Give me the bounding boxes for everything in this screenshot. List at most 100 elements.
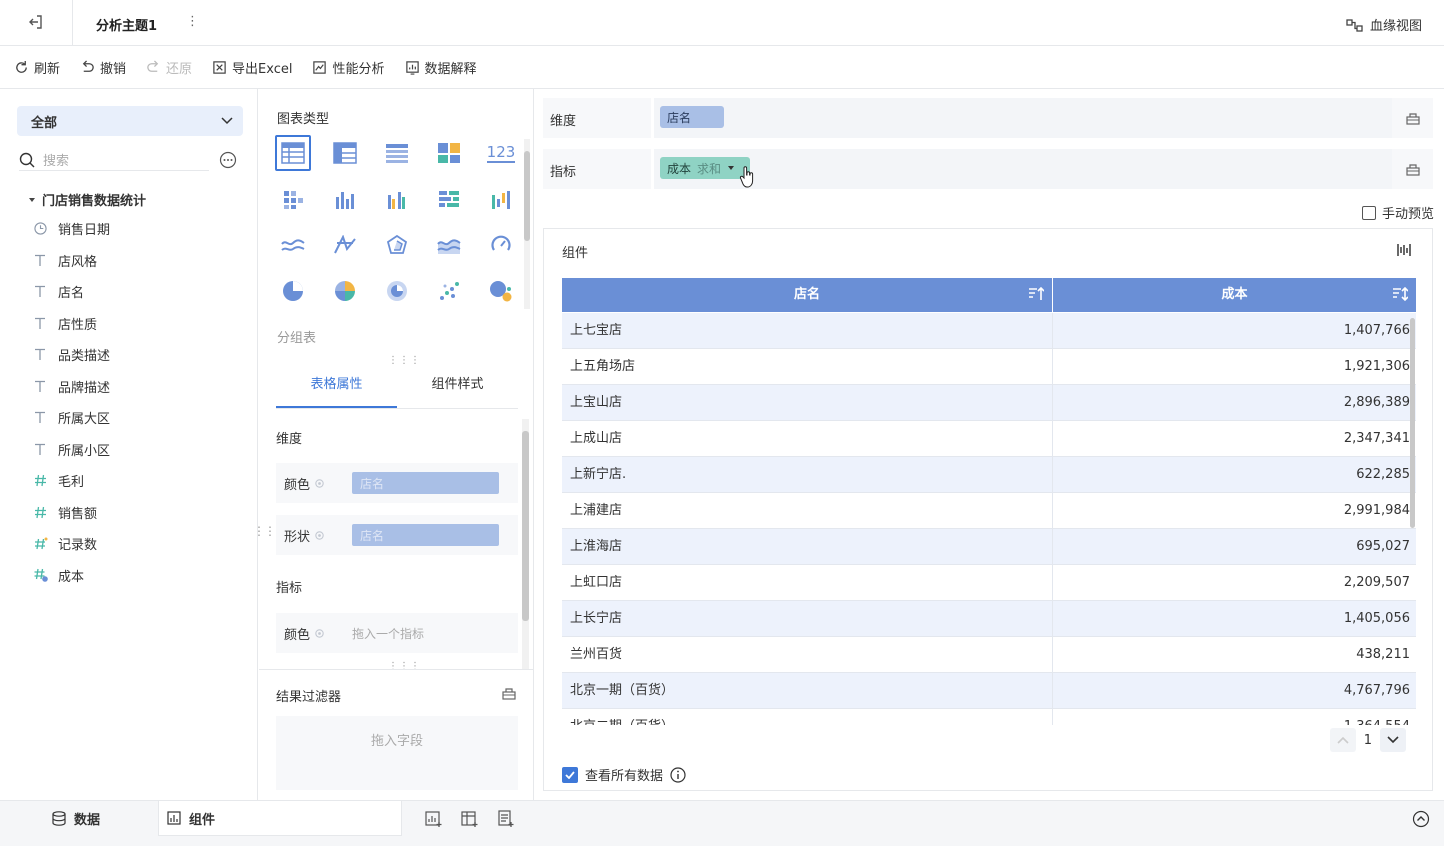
chart-type-scatter[interactable] [431,273,467,309]
chart-type-pie[interactable] [275,273,311,309]
result-filter-section: 结果过滤器 拖入字段 [259,669,534,800]
table-row[interactable]: 上五角场店 1,921,306 [562,349,1416,385]
more-options-icon[interactable] [219,151,237,169]
field-item[interactable]: 所属大区 [34,402,110,434]
field-item[interactable]: 店性质 [34,308,110,340]
chart-type-bar[interactable] [431,181,467,217]
field-item[interactable]: 店名 [34,276,110,308]
field-item[interactable]: 销售额 [34,497,110,529]
chart-type-group-table[interactable] [275,135,311,171]
search-input[interactable]: 搜索 [19,149,209,171]
field-item[interactable]: 品牌描述 [34,371,110,403]
tab-component[interactable]: 组件 [158,801,402,836]
divider [72,0,73,46]
field-item[interactable]: 所属小区 [34,434,110,466]
column-header-cost[interactable]: 成本 [1053,278,1416,312]
chart-type-multi-pie[interactable] [327,273,363,309]
chart-type-gauge[interactable] [483,227,519,263]
lineage-icon [1346,18,1363,32]
tab-component-style[interactable]: 组件样式 [397,363,518,408]
page-prev-button[interactable] [1329,728,1356,752]
data-explain-button[interactable]: 数据解释 [405,58,477,77]
chart-type-radar-line[interactable] [327,227,363,263]
chart-type-cross-table[interactable] [327,135,363,171]
chart-type-radar[interactable] [379,227,415,263]
field-item[interactable]: 品类描述 [34,339,110,371]
add-chart-icon[interactable] [425,810,443,828]
chart-type-column[interactable] [327,181,363,217]
chart-type-dot-matrix[interactable] [275,181,311,217]
back-icon[interactable] [28,14,44,30]
field-item[interactable]: 店风格 [34,245,110,277]
lock-icon[interactable] [1405,110,1421,126]
page-next-button[interactable] [1380,728,1406,752]
table-row[interactable]: 上淮海店 695,027 [562,529,1416,565]
chart-type-waterfall[interactable] [483,181,519,217]
table-row[interactable]: 上长宁店 1,405,056 [562,601,1416,637]
chart-type-multi-column[interactable] [379,181,415,217]
add-text-icon[interactable] [497,810,515,828]
lineage-view-button[interactable]: 血缘视图 [1346,15,1422,34]
measure-shelf: 指标 成本 求和 [543,149,1433,189]
chart-type-detail-table[interactable] [379,135,415,171]
sort-icon[interactable] [1028,287,1044,301]
caret-down-icon[interactable] [727,165,735,171]
column-header-store[interactable]: 店名 [562,278,1053,312]
refresh-button[interactable]: 刷新 [14,58,60,77]
info-icon[interactable] [670,766,686,783]
dimension-color-chip[interactable]: 店名 [352,472,499,494]
gear-icon[interactable] [314,478,325,489]
manual-preview-checkbox[interactable] [1361,205,1376,220]
scope-select[interactable]: 全部 [17,106,243,136]
dimension-chip[interactable]: 店名 [660,106,724,128]
chart-type-bubble[interactable] [483,273,519,309]
chart-type-area[interactable] [431,227,467,263]
performance-analysis-button[interactable]: 性能分析 [312,58,385,77]
filter-drop-zone[interactable]: 拖入字段 [276,716,518,790]
collapse-panel-icon[interactable] [1412,810,1430,828]
tab-data[interactable]: 数据 [52,801,100,836]
table-row[interactable]: 北京二期（百货）1,364,554 [562,709,1416,725]
view-all-data-toggle[interactable]: 查看所有数据 [562,765,686,784]
table-row[interactable]: 上宝山店 2,896,389 [562,385,1416,421]
view-all-checkbox[interactable] [562,766,578,783]
more-menu-icon[interactable]: ⋮ [186,14,199,29]
redo-button[interactable]: 还原 [146,58,192,77]
lock-icon[interactable] [501,685,517,701]
chart-type-scrollbar[interactable] [524,139,530,309]
table-row[interactable]: 上虹口店 2,209,507 [562,565,1416,601]
measure-chip[interactable]: 成本 求和 [660,157,750,179]
field-item[interactable]: 成本 [34,560,110,592]
field-item[interactable]: 毛利 [34,465,110,497]
dimension-shape-chip[interactable]: 店名 [352,524,499,546]
dimension-drop-zone[interactable]: 店名 [651,98,1392,138]
table-row[interactable]: 上新宁店. 622,285 [562,457,1416,493]
undo-button[interactable]: 撤销 [80,58,126,77]
table-row[interactable]: 兰州百货 438,211 [562,637,1416,673]
chart-settings-icon[interactable] [1396,242,1412,258]
add-table-icon[interactable] [461,810,479,828]
measure-drop-zone[interactable]: 成本 求和 [651,149,1392,189]
measure-drop-placeholder[interactable]: 拖入一个指标 [352,625,424,642]
table-row[interactable]: 上七宝店 1,407,766 [562,313,1416,349]
field-item[interactable]: 记录数 [34,528,110,560]
chart-type-rose[interactable] [379,273,415,309]
manual-preview-toggle[interactable]: 手动预览 [1361,203,1434,222]
tab-table-properties[interactable]: 表格属性 [276,363,397,408]
gear-icon[interactable] [314,530,325,541]
table-scrollbar[interactable] [1410,318,1415,528]
property-scrollbar[interactable] [522,419,529,669]
clock-icon [34,222,48,235]
gear-icon[interactable] [314,628,325,639]
dataset-node[interactable]: 门店销售数据统计 [28,190,146,209]
export-excel-button[interactable]: 导出Excel [212,58,292,77]
chart-type-line[interactable] [275,227,311,263]
chart-type-number[interactable]: 123 [483,135,519,171]
lock-icon[interactable] [1405,161,1421,177]
table-row[interactable]: 上成山店 2,347,341 [562,421,1416,457]
field-item[interactable]: 销售日期 [34,213,110,245]
chart-type-kpi-card[interactable] [431,135,467,171]
sort-icon[interactable] [1392,287,1408,301]
table-row[interactable]: 上浦建店 2,991,984 [562,493,1416,529]
table-row[interactable]: 北京一期（百货） 4,767,796 [562,673,1416,709]
